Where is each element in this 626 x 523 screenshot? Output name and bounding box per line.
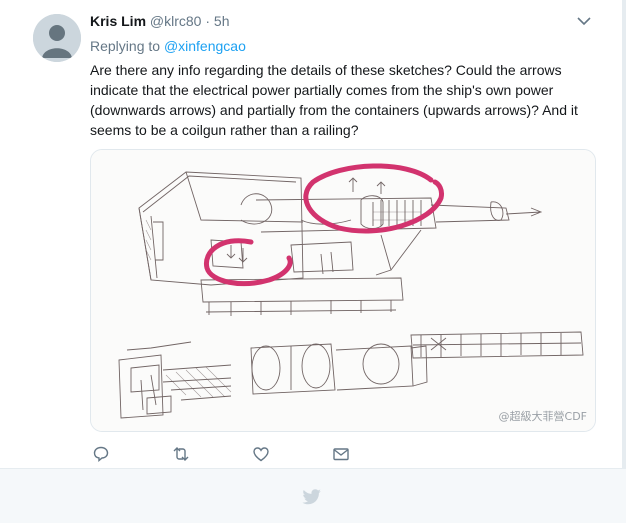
- chevron-down-icon[interactable]: [576, 14, 592, 28]
- author-name[interactable]: Kris Lim: [90, 13, 146, 29]
- sketch-image: [91, 150, 595, 431]
- default-avatar-icon: [33, 14, 81, 62]
- heart-icon: [253, 447, 269, 462]
- mention-link[interactable]: @xinfengcao: [164, 38, 246, 54]
- envelope-icon: [333, 448, 349, 461]
- avatar[interactable]: [33, 14, 81, 62]
- replying-to-label: Replying to: [90, 38, 161, 54]
- reply-button[interactable]: [90, 444, 112, 464]
- tweet-text: Are there any info regarding the details…: [90, 62, 578, 138]
- tweet-header: Kris Lim @klrc80 · 5h: [90, 12, 230, 30]
- like-button[interactable]: [250, 444, 272, 464]
- twitter-bird-icon: [302, 489, 321, 505]
- retweet-icon: [173, 447, 189, 461]
- separator-dot: ·: [205, 13, 211, 29]
- reply-icon: [93, 446, 109, 462]
- direct-message-button[interactable]: [330, 444, 352, 464]
- retweet-button[interactable]: [170, 444, 192, 464]
- tweet-card[interactable]: Kris Lim @klrc80 · 5h Replying to @xinfe…: [0, 0, 626, 468]
- timeline-footer: [0, 468, 626, 523]
- tweet-actions: [90, 444, 390, 464]
- tweet-media-image[interactable]: @超級大菲營CDF: [90, 149, 596, 432]
- replying-to: Replying to @xinfengcao: [90, 37, 246, 55]
- media-watermark: @超級大菲營CDF: [498, 410, 587, 423]
- tweet-timestamp[interactable]: 5h: [214, 13, 230, 29]
- author-handle[interactable]: @klrc80: [150, 13, 202, 29]
- right-scroll-edge: [622, 0, 626, 468]
